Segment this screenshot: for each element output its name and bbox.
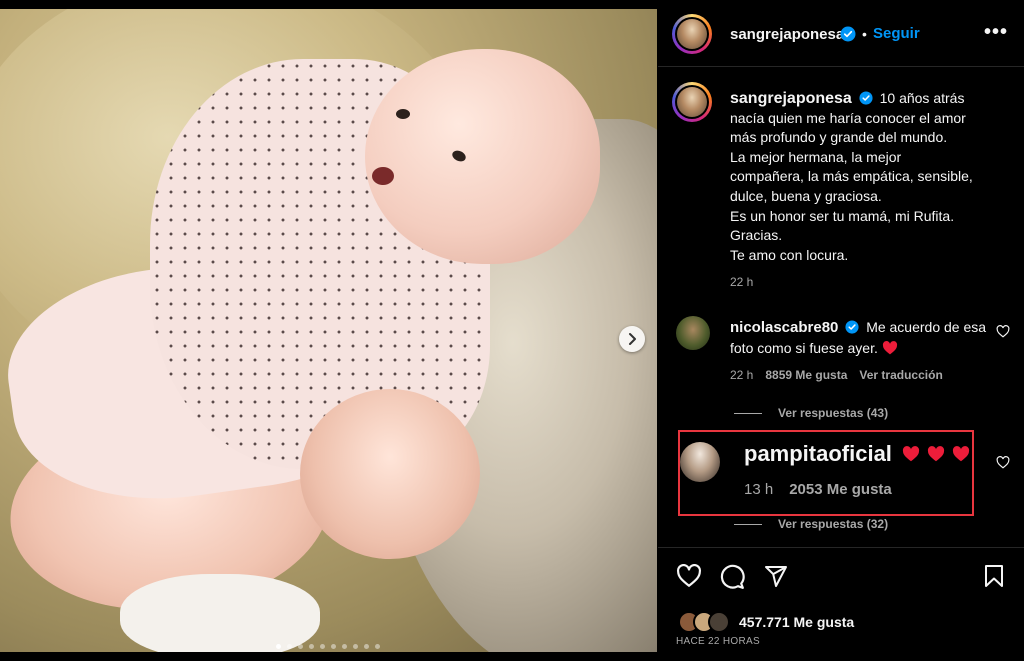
view-replies-label: Ver respuestas (43): [778, 406, 889, 420]
comment-hearts: [902, 446, 970, 462]
post-header: sangrejaponesa • Seguir •••: [658, 9, 1024, 67]
comment-time[interactable]: 13 h: [744, 481, 773, 498]
carousel-dot: [364, 644, 369, 649]
next-image-button[interactable]: [619, 326, 645, 352]
carousel-dot: [298, 644, 303, 649]
caption-line: La mejor hermana, la mejor: [730, 148, 902, 165]
photo-baby-eye-left: [396, 109, 410, 119]
carousel-dot: [309, 644, 314, 649]
heart-outline-icon[interactable]: [996, 325, 1010, 338]
commenter-username[interactable]: pampitaoficial: [744, 441, 892, 467]
commenter-avatar[interactable]: [676, 316, 710, 350]
commenter-avatar[interactable]: [680, 442, 720, 482]
photo-baby-head: [365, 49, 600, 264]
header-separator: •: [862, 26, 867, 42]
caption-author-avatar[interactable]: [672, 82, 712, 122]
heart-outline-icon[interactable]: [996, 456, 1010, 469]
caption-line: Gracias.: [730, 227, 783, 244]
commenter-username[interactable]: nicolascabre80: [730, 319, 838, 336]
post-caption: sangrejaponesa 10 años atrás nacía quien…: [730, 89, 1010, 265]
verified-badge-icon: [859, 91, 873, 105]
author-avatar[interactable]: [672, 14, 712, 54]
carousel-dot: [342, 644, 347, 649]
view-replies-button[interactable]: Ver respuestas (32): [734, 517, 888, 531]
caption-line: 10 años atrás: [879, 90, 965, 106]
verified-badge-icon: [845, 320, 859, 334]
chevron-right-icon: [629, 333, 636, 345]
comment-text: nicolascabre80 Me acuerdo de esa foto co…: [730, 317, 990, 358]
caption-line: más profundo y grande del mundo.: [730, 129, 948, 146]
carousel-dot: [375, 644, 380, 649]
photo-baby-arm: [300, 389, 480, 559]
author-username[interactable]: sangrejaponesa: [730, 26, 844, 43]
caption-line: dulce, buena y graciosa.: [730, 187, 882, 204]
instagram-post-modal: sangrejaponesa • Seguir ••• sangrejapone…: [0, 0, 1024, 661]
comment-meta: 13 h 2053 Me gusta: [744, 481, 892, 498]
carousel-indicator: [276, 644, 380, 649]
post-time-ago[interactable]: HACE 22 HORAS: [676, 636, 760, 647]
post-photo[interactable]: [0, 9, 657, 652]
comment-meta: 22 h 8859 Me gusta Ver traducción: [730, 368, 943, 382]
carousel-dot: [353, 644, 358, 649]
comment-time[interactable]: 22 h: [730, 368, 753, 382]
reply-line: [734, 523, 762, 525]
view-replies-label: Ver respuestas (32): [778, 517, 889, 531]
share-icon[interactable]: [763, 564, 789, 588]
view-replies-button[interactable]: Ver respuestas (43): [734, 406, 888, 420]
more-options-button[interactable]: •••: [984, 21, 1008, 44]
photo-baby-diaper: [120, 574, 320, 652]
caption-line: nacía quien me haría conocer el amor: [730, 109, 966, 126]
translate-button[interactable]: Ver traducción: [859, 368, 942, 382]
caption-line: Te amo con locura.: [730, 246, 849, 263]
comment-likes[interactable]: 2053 Me gusta: [789, 481, 892, 498]
caption-line: Es un honor ser tu mamá, mi Rufita.: [730, 207, 955, 224]
carousel-dot: [287, 644, 292, 649]
post-side-panel: sangrejaponesa • Seguir ••• sangrejapone…: [658, 9, 1024, 652]
caption-author-username[interactable]: sangrejaponesa: [730, 90, 852, 107]
bookmark-icon[interactable]: [983, 564, 1005, 588]
carousel-dot: [276, 644, 281, 649]
heart-filled-icon: [882, 341, 897, 355]
comment-icon[interactable]: [719, 564, 745, 590]
carousel-dot: [320, 644, 325, 649]
heart-filled-icon: [927, 446, 945, 462]
carousel-dot: [331, 644, 336, 649]
action-bar: 457.771 Me gusta HACE 22 HORAS: [658, 547, 1024, 653]
heart-outline-icon[interactable]: [676, 564, 702, 588]
likes-summary[interactable]: 457.771 Me gusta: [678, 611, 854, 633]
verified-badge-icon: [840, 26, 856, 42]
heart-filled-icon: [952, 446, 970, 462]
caption-line: compañera, la más empática, sensible,: [730, 168, 973, 185]
liker-avatar: [708, 611, 730, 633]
reply-line: [734, 412, 762, 414]
comment-likes[interactable]: 8859 Me gusta: [765, 368, 847, 382]
photo-baby-mouth: [372, 167, 394, 185]
follow-button[interactable]: Seguir: [873, 25, 920, 42]
likes-count[interactable]: 457.771 Me gusta: [739, 614, 854, 630]
caption-timestamp[interactable]: 22 h: [730, 275, 753, 289]
heart-filled-icon: [902, 446, 920, 462]
